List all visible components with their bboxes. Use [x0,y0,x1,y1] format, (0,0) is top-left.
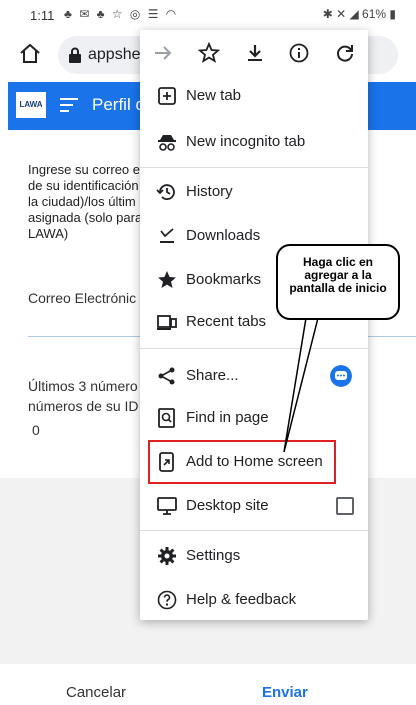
id-digits-label: Últimos 3 número números de su ID [28,376,139,416]
signal-icons: ✱ ✕ ◢ [322,7,363,21]
menu-item-settings[interactable]: Settings [140,536,368,576]
footer: Cancelar Enviar [0,664,416,705]
download-icon[interactable] [244,42,266,64]
battery-icon: ▮ [386,7,396,21]
app-title: Perfil d [92,95,145,114]
menu-item-label: Settings [186,547,241,564]
recent-tabs-icon [157,315,177,330]
send-button[interactable]: Enviar [262,684,308,701]
gear-icon [158,547,176,565]
menu-item-help-feedback[interactable]: Help & feedback [140,580,368,620]
menu-item-new-tab[interactable]: New tab [140,76,368,116]
help-icon [157,590,177,610]
menu-item-label: Bookmarks [186,271,262,288]
status-bar: 1:11 ♣ ✉ ♣ ☆ ◎ ☰ ◠ ✱ ✕ ◢ 61% ▮ [0,0,416,30]
highlight-box [148,440,336,484]
app-logo: LAWA [16,92,46,118]
menu-item-label: New tab [186,87,242,104]
menu-divider [140,348,368,349]
notification-icons: ♣ ✉ ♣ ☆ ◎ ☰ ◠ [64,7,179,21]
history-icon [156,184,175,200]
messages-app-icon[interactable] [330,365,352,387]
menu-item-find-in-page[interactable]: Find in page [140,398,368,438]
callout-line: pantalla de inicio [289,281,387,295]
battery-level: 61% [362,7,387,21]
incognito-icon [158,135,176,151]
home-icon[interactable] [18,42,42,66]
id-digits-label-line: Últimos 3 número [28,378,138,394]
callout-bubble: Haga clic en agregar a la pantalla de in… [276,244,400,320]
menu-toolbar [140,30,368,76]
desktop-site-checkbox[interactable] [336,497,354,515]
lock-icon [69,47,81,63]
menu-item-label: Desktop site [186,497,269,514]
downloads-icon [160,228,174,243]
menu-item-desktop-site[interactable]: Desktop site [140,486,368,526]
menu-item-history[interactable]: History [140,172,368,212]
menu-item-label: Share... [186,367,239,384]
desktop-icon [157,497,177,515]
menu-item-label: Help & feedback [186,591,297,608]
star-icon [158,271,176,288]
new-tab-icon [158,87,176,105]
status-right: ✱ ✕ ◢ 61% ▮ [323,7,396,21]
hamburger-icon[interactable] [60,96,78,114]
menu-item-label: New incognito tab [186,133,306,150]
bookmark-star-icon[interactable] [198,42,220,64]
cancel-button[interactable]: Cancelar [66,684,126,701]
id-digits-field[interactable]: 0 [32,422,40,438]
info-icon[interactable] [288,42,310,64]
status-time: 1:11 [30,8,55,23]
menu-item-label: Recent tabs [186,313,267,330]
id-digits-label-line: números de su ID [28,398,139,414]
find-in-page-icon [158,408,175,428]
menu-item-label: Find in page [186,409,269,426]
menu-item-share[interactable]: Share... [140,356,368,396]
overflow-menu: New tab New incognito tab History Downlo… [140,30,368,620]
menu-item-label: Downloads [186,227,261,244]
menu-item-label: History [186,183,233,200]
share-icon [158,367,175,385]
reload-icon[interactable] [334,42,356,64]
menu-divider [140,167,368,168]
email-label: Correo Electrónic [28,290,137,306]
forward-icon[interactable] [152,42,174,64]
menu-divider [140,530,368,531]
menu-item-new-incognito-tab[interactable]: New incognito tab [140,122,368,162]
